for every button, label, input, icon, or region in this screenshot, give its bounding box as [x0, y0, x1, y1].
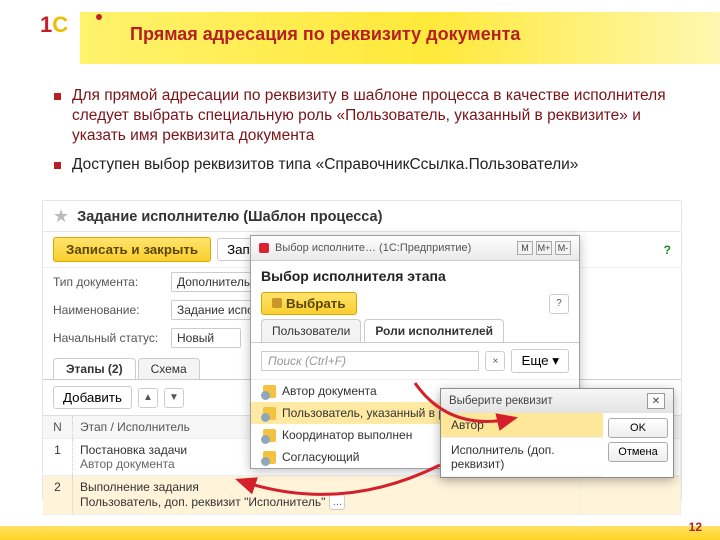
table-row[interactable]: 2 Выполнение задания Пользователь, доп. …	[43, 476, 681, 515]
person-icon	[263, 385, 276, 398]
logo-c: C	[52, 12, 68, 37]
move-down-icon[interactable]: ▼	[164, 388, 184, 408]
win-m-button[interactable]: M	[517, 241, 533, 255]
bullet-list: Для прямой адресации по реквизиту в шабл…	[54, 86, 674, 185]
record-close-button[interactable]: Записать и закрыть	[53, 237, 211, 262]
person-icon	[263, 451, 276, 464]
tab-scheme[interactable]: Схема	[138, 358, 200, 379]
bullet-1: Для прямой адресации по реквизиту в шабл…	[54, 86, 674, 145]
slide-title: Прямая адресация по реквизиту документа	[130, 24, 520, 45]
requisite-title: Выберите реквизит	[449, 395, 553, 407]
tab-roles[interactable]: Роли исполнителей	[364, 319, 504, 342]
doc-type-label: Тип документа:	[53, 275, 161, 289]
dialog-frame-title: Выбор исполните… (1С:Предприятие)	[275, 242, 471, 254]
add-button[interactable]: Добавить	[53, 386, 132, 409]
favorite-star-icon[interactable]: ★	[53, 206, 69, 227]
requisite-list: Автор Исполнитель (доп. реквизит)	[441, 413, 603, 477]
cancel-button[interactable]: Отмена	[608, 442, 668, 462]
page-number: 12	[689, 520, 702, 534]
logo-dot	[96, 14, 102, 20]
help-button[interactable]: ?	[549, 294, 569, 314]
form-title: Задание исполнителю (Шаблон процесса)	[77, 209, 382, 225]
list-item[interactable]: Автор	[441, 413, 603, 438]
select-button[interactable]: Выбрать	[261, 292, 357, 315]
person-icon	[263, 407, 276, 420]
col-n: N	[43, 416, 73, 438]
executor-name: Пользователь, доп. реквизит "Исполнитель…	[80, 495, 325, 509]
search-input[interactable]: Поиск (Ctrl+F)	[261, 351, 479, 371]
stage-name: Выполнение задания	[80, 480, 573, 494]
clear-search-icon[interactable]: ×	[485, 351, 505, 371]
folder-icon	[272, 298, 282, 308]
choose-executor-button[interactable]: …	[329, 494, 345, 510]
name-label: Наименование:	[53, 303, 161, 317]
person-icon	[263, 429, 276, 442]
close-icon[interactable]: ✕	[647, 393, 665, 409]
tab-stages[interactable]: Этапы (2)	[53, 358, 136, 379]
win-mplus-button[interactable]: M+	[536, 241, 552, 255]
dialog-heading: Выбор исполнителя этапа	[261, 268, 569, 284]
app-icon	[259, 243, 269, 253]
status-field[interactable]: Новый	[171, 328, 241, 348]
tab-users[interactable]: Пользователи	[261, 319, 361, 342]
status-label: Начальный статус:	[53, 331, 161, 345]
more-button[interactable]: Еще ▾	[511, 349, 569, 373]
bullet-2: Доступен выбор реквизитов типа «Справочн…	[54, 155, 674, 175]
move-up-icon[interactable]: ▲	[138, 388, 158, 408]
footer-band	[0, 526, 720, 540]
win-mminus-button[interactable]: M-	[555, 241, 571, 255]
requisite-dialog: Выберите реквизит ✕ Автор Исполнитель (д…	[440, 388, 674, 478]
list-item[interactable]: Исполнитель (доп. реквизит)	[441, 438, 603, 477]
logo-1: 1	[40, 12, 52, 37]
logo: 1C	[40, 12, 68, 38]
ok-button[interactable]: OK	[608, 418, 668, 438]
help-link[interactable]: ?	[664, 243, 671, 257]
